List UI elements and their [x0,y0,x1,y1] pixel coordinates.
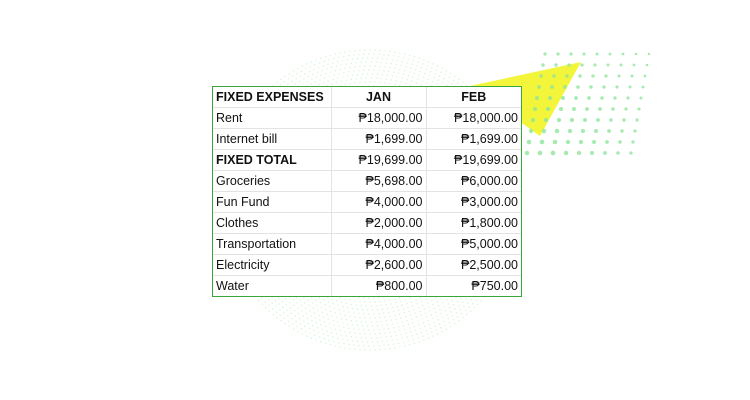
cell-label[interactable]: Electricity [213,254,332,276]
cell-feb[interactable]: ₱1,800.00 [425,212,521,234]
cell-jan[interactable]: ₱4,000.00 [330,191,427,213]
cell-feb[interactable]: ₱2,500.00 [425,254,521,276]
cell-jan[interactable]: ₱2,000.00 [330,212,427,234]
cell-jan[interactable]: ₱800.00 [330,275,427,296]
table-row: Rent ₱18,000.00 ₱18,000.00 [213,107,521,129]
header-feb[interactable]: FEB [425,87,521,108]
cell-label[interactable]: Fun Fund [213,191,332,213]
cell-label[interactable]: Clothes [213,212,332,234]
header-jan[interactable]: JAN [330,87,427,108]
canvas: FIXED EXPENSES JAN FEB Rent ₱18,000.00 ₱18… [0,0,750,400]
cell-label[interactable]: Transportation [213,233,332,255]
expense-table: FIXED EXPENSES JAN FEB Rent ₱18,000.00 ₱18… [212,86,522,297]
table-row: Fun Fund ₱4,000.00 ₱3,000.00 [213,191,521,213]
cell-jan[interactable]: ₱19,699.00 [330,149,427,171]
table-row: FIXED TOTAL ₱19,699.00 ₱19,699.00 [213,149,521,171]
table-row: Transportation ₱4,000.00 ₱5,000.00 [213,233,521,255]
cell-jan[interactable]: ₱5,698.00 [330,170,427,192]
cell-feb[interactable]: ₱18,000.00 [425,107,521,129]
table-row: Clothes ₱2,000.00 ₱1,800.00 [213,212,521,234]
cell-feb[interactable]: ₱1,699.00 [425,128,521,150]
cell-feb[interactable]: ₱3,000.00 [425,191,521,213]
cell-feb[interactable]: ₱19,699.00 [425,149,521,171]
cell-jan[interactable]: ₱1,699.00 [330,128,427,150]
cell-jan[interactable]: ₱18,000.00 [330,107,427,129]
cell-label[interactable]: Groceries [213,170,332,192]
cell-label[interactable]: Internet bill [213,128,332,150]
cell-feb[interactable]: ₱6,000.00 [425,170,521,192]
table-row: Internet bill ₱1,699.00 ₱1,699.00 [213,128,521,150]
cell-label[interactable]: Rent [213,107,332,129]
cell-label[interactable]: Water [213,275,332,296]
table-row: Electricity ₱2,600.00 ₱2,500.00 [213,254,521,276]
table-row: Groceries ₱5,698.00 ₱6,000.00 [213,170,521,192]
cell-label[interactable]: FIXED TOTAL [213,149,332,171]
cell-jan[interactable]: ₱2,600.00 [330,254,427,276]
cell-jan[interactable]: ₱4,000.00 [330,233,427,255]
header-fixed-expenses[interactable]: FIXED EXPENSES [213,87,332,108]
table-row: Water ₱800.00 ₱750.00 [213,275,521,296]
cell-feb[interactable]: ₱750.00 [425,275,521,296]
cell-feb[interactable]: ₱5,000.00 [425,233,521,255]
table-header-row: FIXED EXPENSES JAN FEB [213,87,521,108]
